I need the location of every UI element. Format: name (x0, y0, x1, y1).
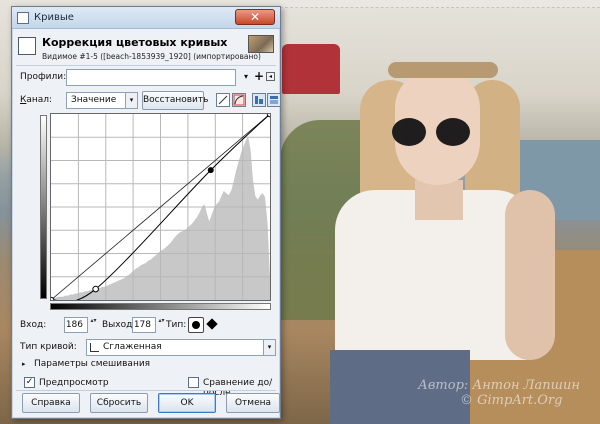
input-label: Вход: (20, 320, 47, 330)
chevron-down-icon[interactable]: ▾ (240, 71, 252, 83)
preview-label[interactable]: Предпросмотр (39, 378, 109, 388)
smooth-curve-type-icon (90, 343, 99, 352)
blend-options-expander[interactable]: ▸ Параметры смешивания (20, 358, 276, 372)
photo-headband (388, 62, 498, 78)
smooth-curve-icon[interactable] (252, 93, 266, 107)
curve-type-row: Тип кривой: Сглаженная ▾ (20, 339, 276, 357)
channel-label-rest: анал: (26, 95, 53, 105)
curves-tool-icon (18, 37, 36, 55)
photo-sunglasses-left (392, 118, 426, 146)
profiles-menu-icon[interactable]: ◂ (266, 72, 275, 81)
input-value-field[interactable]: 186 (64, 317, 88, 333)
watermark-author: Автор: Антон Лапшин (418, 378, 580, 393)
curve-type-select[interactable]: Сглаженная ▾ (86, 339, 276, 356)
dialog-heading: Коррекция цветовых кривых (42, 36, 228, 49)
coordinates-row: Вход: 186 ▴▾ Выход: 178 ▴▾ Тип: (20, 317, 276, 335)
curves-dialog: Кривые ✕ Коррекция цветовых кривых Видим… (11, 6, 281, 419)
reset-button[interactable]: Сбросить (90, 393, 148, 413)
output-gradient-bar (40, 115, 47, 299)
output-spin-arrows[interactable]: ▴▾ (157, 317, 166, 333)
channel-value: Значение (71, 95, 117, 105)
input-spin-arrows[interactable]: ▴▾ (89, 317, 98, 333)
ok-button[interactable]: OK (158, 393, 216, 413)
photo-sunglasses-right (436, 118, 470, 146)
channel-row: Канал: Значение ▾ Восстановить (20, 91, 281, 111)
linear-histogram-icon[interactable] (216, 93, 230, 107)
layer-thumbnail (248, 35, 274, 53)
window-title: Кривые (34, 12, 74, 23)
chevron-down-icon[interactable]: ▾ (263, 340, 275, 355)
output-label: Выход: (102, 320, 136, 330)
split-view-checkbox[interactable] (188, 377, 199, 388)
channel-label: Канал: (20, 95, 52, 105)
channel-select[interactable]: Значение ▾ (66, 92, 138, 109)
photo-neck (415, 180, 463, 220)
control-point[interactable] (92, 285, 99, 293)
dialog-buttons: Справка Сбросить OK Отмена (20, 393, 280, 413)
photo-red-car (282, 44, 340, 94)
smooth-point-button[interactable] (188, 317, 204, 333)
cancel-button[interactable]: Отмена (226, 393, 280, 413)
add-profile-button[interactable]: + (254, 69, 264, 85)
input-gradient-bar[interactable] (50, 303, 271, 310)
profiles-combobox[interactable] (66, 69, 236, 86)
preview-row: ✓ Предпросмотр Сравнение до/после (20, 377, 276, 398)
photo-arm (505, 190, 555, 360)
watermark: Автор: Антон Лапшин © GimpArt.Org (418, 378, 600, 408)
output-value-field[interactable]: 178 (132, 317, 156, 333)
blend-options-label[interactable]: Параметры смешивания (34, 359, 150, 369)
freehand-curve-icon[interactable] (267, 93, 281, 107)
chevron-right-icon[interactable]: ▸ (22, 360, 26, 368)
canvas-ruler (280, 0, 600, 8)
help-button[interactable]: Справка (22, 393, 80, 413)
divider (16, 65, 276, 66)
preview-checkbox[interactable]: ✓ (24, 377, 35, 388)
divider (16, 390, 276, 391)
curve-canvas[interactable] (51, 114, 270, 300)
dialog-header: Коррекция цветовых кривых Видимое #1-5 (… (18, 35, 276, 67)
corner-point-button[interactable] (206, 318, 218, 330)
layer-subtitle: Видимое #1-5 ([beach-1853939_1920] (импо… (42, 52, 261, 61)
selected-control-point[interactable] (207, 167, 214, 174)
point-type-label: Тип: (166, 320, 187, 330)
curve-type-value: Сглаженная (103, 342, 162, 352)
curve-type-label: Тип кривой: (20, 342, 77, 352)
title-bar[interactable]: Кривые ✕ (12, 7, 280, 29)
log-histogram-icon[interactable] (232, 93, 246, 107)
close-button[interactable]: ✕ (235, 9, 275, 25)
reset-channel-button[interactable]: Восстановить (142, 91, 208, 110)
curve-graph[interactable] (50, 113, 271, 301)
profiles-label: Профили: (20, 72, 67, 82)
profiles-row: Профили: ▾ + ◂ (20, 69, 276, 87)
circle-icon (192, 321, 200, 329)
curves-app-icon (17, 12, 29, 24)
watermark-site: © GimpArt.Org (460, 393, 563, 408)
chevron-down-icon[interactable]: ▾ (125, 93, 137, 108)
